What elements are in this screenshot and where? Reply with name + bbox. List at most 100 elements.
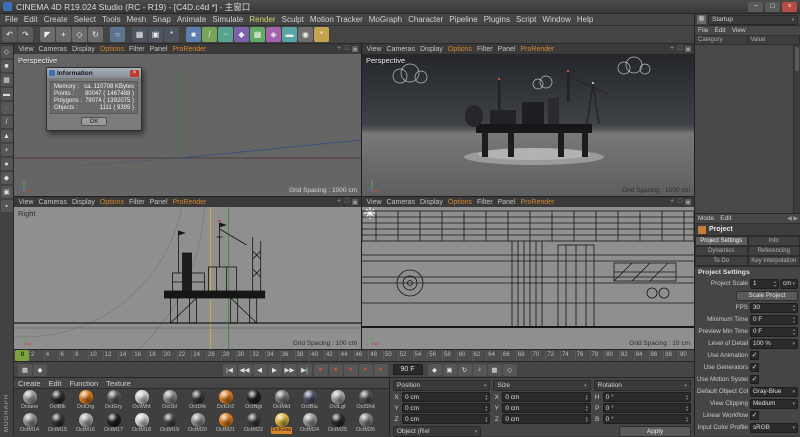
timeline-tick[interactable]: 6 <box>59 350 74 361</box>
material-item[interactable]: OctM26 <box>352 413 379 435</box>
timeline-tick[interactable]: 74 <box>560 350 575 361</box>
viewport-menu-item[interactable]: Options <box>97 46 126 53</box>
make-editable-icon[interactable]: ◇ <box>1 46 13 58</box>
rotation-h-field[interactable]: 0 °▴▾ <box>603 392 691 402</box>
record-position-button[interactable]: ● <box>344 364 358 376</box>
attribute-menu-item[interactable]: Mode <box>695 215 717 222</box>
viewport-canvas[interactable]: Right Grid Spacing : 100 cm <box>14 207 361 349</box>
record-scale-button[interactable]: ● <box>359 364 373 376</box>
timeline-tick[interactable]: 72 <box>545 350 560 361</box>
end-frame-field[interactable]: 90 F <box>393 364 423 375</box>
material-item[interactable]: OctGry <box>100 390 127 412</box>
timeline-tick[interactable]: 14 <box>118 350 133 361</box>
timeline-tick[interactable]: 10 <box>88 350 103 361</box>
timeline-tick[interactable]: 34 <box>265 350 280 361</box>
project-scale-unit-select[interactable]: cm▾ <box>780 279 798 289</box>
timeline-tick[interactable]: 44 <box>339 350 354 361</box>
timeline-tick[interactable]: 36 <box>280 350 295 361</box>
timeline-tick[interactable]: 20 <box>162 350 177 361</box>
menu-item[interactable]: Mesh <box>124 15 150 24</box>
light-icon[interactable]: * <box>314 27 329 42</box>
material-item[interactable]: OctM16 <box>72 413 99 435</box>
prev-frame-button[interactable]: ◀ <box>253 364 267 376</box>
position-y-field[interactable]: 0 cm▴▾ <box>402 403 490 413</box>
dialog-title-bar[interactable]: Information × <box>47 68 141 78</box>
menu-item[interactable]: Script <box>513 15 539 24</box>
timeline-tick[interactable]: 48 <box>368 350 383 361</box>
size-header-select[interactable]: Size▾ <box>493 380 590 391</box>
vertical-palette-label[interactable]: MOGRAPH <box>4 394 10 432</box>
render-settings-icon[interactable]: * <box>164 27 179 42</box>
viewport-canvas[interactable]: Grid Spacing : 10 cm <box>362 207 694 349</box>
viewport-menu-item[interactable]: View <box>364 46 384 53</box>
timeline-tick[interactable]: 82 <box>619 350 634 361</box>
viewport-menu-item[interactable]: Filter <box>127 46 148 53</box>
timeline-tick[interactable]: 68 <box>516 350 531 361</box>
material-item[interactable]: OctM14 <box>16 413 43 435</box>
timeline-tick[interactable]: 86 <box>649 350 664 361</box>
menu-item[interactable]: Edit <box>21 15 41 24</box>
material-item[interactable]: OctM21 <box>212 413 239 435</box>
material-item[interactable]: OctM19 <box>156 413 183 435</box>
material-item[interactable]: OctOr2 <box>212 390 239 412</box>
material-menu-item[interactable]: Texture <box>102 379 135 388</box>
model-mode-icon[interactable]: ■ <box>1 60 13 72</box>
layout-select[interactable]: Startup▾ <box>708 15 798 25</box>
record-keyframe-button[interactable]: ● <box>314 364 328 376</box>
menu-item[interactable]: Select <box>71 15 99 24</box>
material-item[interactable]: OctM24 <box>296 413 323 435</box>
record-rotation-button[interactable]: ● <box>374 364 388 376</box>
spline-icon[interactable]: ~ <box>218 27 233 42</box>
menu-item[interactable]: MoGraph <box>366 15 405 24</box>
material-item[interactable]: OctM22 <box>240 413 267 435</box>
maximize-view-icon[interactable]: □ <box>676 45 684 53</box>
timeline-tick[interactable]: 80 <box>604 350 619 361</box>
maximize-view-icon[interactable]: □ <box>343 45 351 53</box>
pan-view-icon[interactable]: + <box>668 45 676 53</box>
viewport-menu-item[interactable]: Display <box>417 46 445 53</box>
environment-icon[interactable]: ▬ <box>282 27 297 42</box>
timeline-tick[interactable]: 8 <box>73 350 88 361</box>
deformer-icon[interactable]: ◈ <box>266 27 281 42</box>
redo-icon[interactable]: ↷ <box>18 27 33 42</box>
material-menu-item[interactable]: Edit <box>45 379 66 388</box>
material-item[interactable]: OctWht <box>128 390 155 412</box>
use-generators-checkbox[interactable]: ✓ <box>750 363 759 372</box>
timeline-tick[interactable]: 26 <box>206 350 221 361</box>
rotation-p-field[interactable]: 0 °▴▾ <box>603 403 691 413</box>
rotate-icon[interactable]: ↻ <box>88 27 103 42</box>
timeline-tick[interactable]: 70 <box>531 350 546 361</box>
rotation-header-select[interactable]: Rotation▾ <box>594 380 691 391</box>
material-item[interactable]: OctBlu <box>296 390 323 412</box>
solo-mode-icon[interactable]: ● <box>1 158 13 170</box>
input-color-profile-select[interactable]: sRGB▾ <box>750 423 798 433</box>
timeline-tick[interactable]: 54 <box>413 350 428 361</box>
timeline-tick[interactable]: 38 <box>295 350 310 361</box>
timeline-tick[interactable]: 78 <box>590 350 605 361</box>
undo-icon[interactable]: ↶ <box>2 27 17 42</box>
menu-item[interactable]: Animate <box>174 15 209 24</box>
viewport-menu-item[interactable]: Panel <box>147 199 170 206</box>
viewport-menu-item[interactable]: ProRender <box>170 199 209 206</box>
maximize-button[interactable]: □ <box>765 2 780 12</box>
hud-icon[interactable]: ◇ <box>503 364 517 376</box>
material-item[interactable]: OctBlk <box>44 390 71 412</box>
timeline-tick[interactable]: 24 <box>191 350 206 361</box>
material-item[interactable]: OctM17 <box>100 413 127 435</box>
edges-mode-icon[interactable]: / <box>1 116 13 128</box>
material-menu-item[interactable]: Create <box>14 379 45 388</box>
goto-end-button[interactable]: ▶| <box>298 364 312 376</box>
timeline-tick[interactable]: 62 <box>472 350 487 361</box>
goto-start-button[interactable]: |◀ <box>223 364 237 376</box>
material-item[interactable]: OctM20 <box>184 413 211 435</box>
menu-item[interactable]: Sculpt <box>279 15 307 24</box>
maximize-view-icon[interactable]: □ <box>676 198 684 206</box>
scale-icon[interactable]: ◇ <box>72 27 87 42</box>
autokey-button[interactable]: ● <box>329 364 343 376</box>
attribute-tab[interactable]: Project Settings <box>695 236 748 246</box>
menu-item[interactable]: Snap <box>149 15 174 24</box>
level-of-detail-select[interactable]: 100 %▾ <box>750 339 798 349</box>
viewport-menu-item[interactable]: Display <box>69 46 97 53</box>
menu-item[interactable]: Pipeline <box>446 15 480 24</box>
sound-icon[interactable]: ♪ <box>473 364 487 376</box>
